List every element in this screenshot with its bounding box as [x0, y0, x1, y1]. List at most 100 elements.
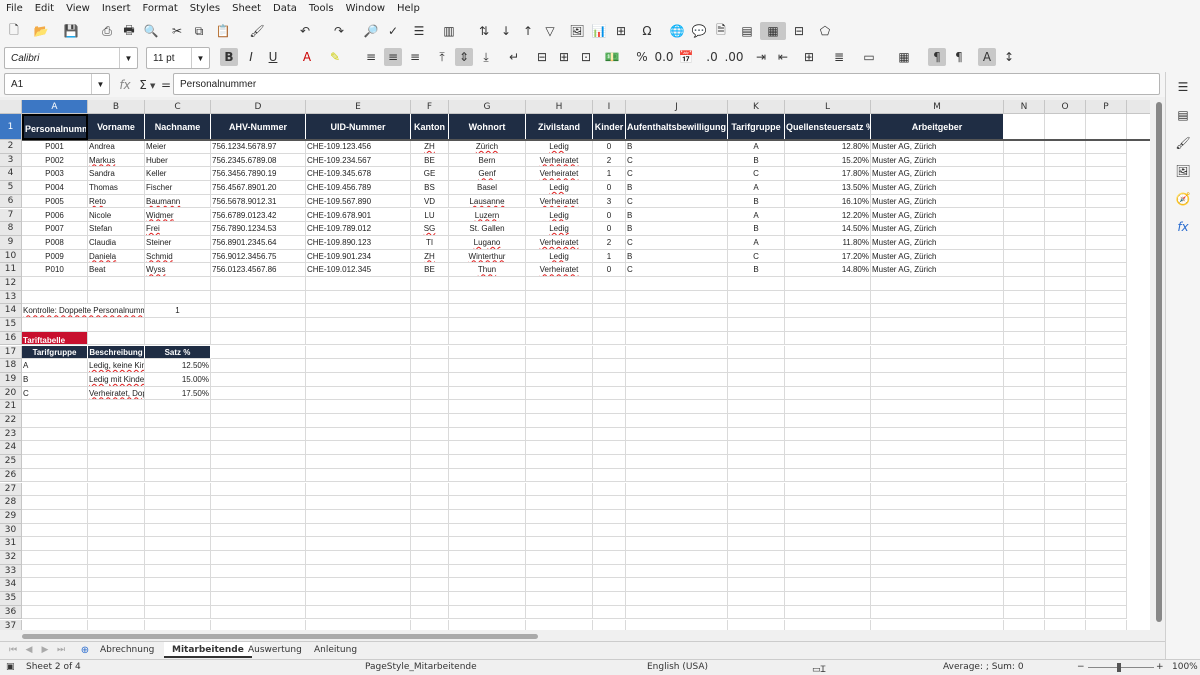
- grid-cell[interactable]: [1086, 386, 1127, 401]
- grid-cell[interactable]: [1045, 153, 1086, 168]
- data-cell[interactable]: 1: [593, 167, 626, 182]
- grid-cell[interactable]: [526, 304, 593, 319]
- grid-cell[interactable]: [593, 290, 626, 305]
- grid-cell[interactable]: [22, 509, 88, 524]
- grid-cell[interactable]: [22, 619, 88, 630]
- header-cell[interactable]: Arbeitgeber: [871, 114, 1004, 140]
- grid-cell[interactable]: [411, 564, 449, 579]
- grid-cell[interactable]: [306, 619, 411, 630]
- grid-cell[interactable]: [145, 441, 211, 456]
- grid-cell[interactable]: [1004, 386, 1045, 401]
- grid-cell[interactable]: [145, 578, 211, 593]
- grid-cell[interactable]: [1004, 318, 1045, 332]
- grid-cell[interactable]: [1004, 290, 1045, 305]
- align-bottom-icon[interactable]: ⤓: [477, 48, 495, 66]
- column-header-k[interactable]: K: [728, 100, 785, 114]
- wrap-text-icon[interactable]: ↵: [505, 48, 523, 66]
- grid-cell[interactable]: [1004, 263, 1045, 277]
- grid-cell[interactable]: [1045, 468, 1086, 483]
- align-left-icon[interactable]: ≡: [362, 48, 380, 66]
- grid-cell[interactable]: [1004, 496, 1045, 510]
- data-cell[interactable]: P009: [22, 249, 88, 264]
- row-header[interactable]: 17: [0, 345, 22, 360]
- row-header[interactable]: 21: [0, 400, 22, 414]
- tarif-title-cell[interactable]: Tariftabelle: [22, 331, 88, 346]
- menu-help[interactable]: Help: [391, 3, 426, 14]
- border-color-icon[interactable]: ▭: [860, 48, 878, 66]
- grid-cell[interactable]: [211, 482, 306, 497]
- name-box[interactable]: A1 ▼: [4, 73, 110, 95]
- data-cell[interactable]: Ledig: [526, 222, 593, 236]
- grid-cell[interactable]: [211, 386, 306, 401]
- insert-chart-icon[interactable]: 📊: [590, 22, 608, 40]
- data-cell[interactable]: Schmid: [145, 249, 211, 264]
- row-header[interactable]: 29: [0, 509, 22, 524]
- grid-cell[interactable]: [22, 277, 88, 291]
- data-cell[interactable]: 0: [593, 263, 626, 277]
- grid-cell[interactable]: [1045, 414, 1086, 428]
- grid-cell[interactable]: [1004, 208, 1045, 223]
- grid-cell[interactable]: [306, 277, 411, 291]
- grid-cell[interactable]: [1004, 537, 1045, 551]
- data-cell[interactable]: 756.0123.4567.86: [211, 263, 306, 277]
- grid-cell[interactable]: [526, 277, 593, 291]
- header-cell[interactable]: UID-Nummer: [306, 114, 411, 140]
- data-cell[interactable]: CHE-109.678.901: [306, 208, 411, 223]
- comment-icon[interactable]: 💬: [690, 22, 708, 40]
- grid-cell[interactable]: [526, 551, 593, 565]
- grid-cell[interactable]: [1045, 359, 1086, 373]
- grid-cell[interactable]: [449, 482, 526, 497]
- grid-cell[interactable]: [22, 441, 88, 456]
- grid-cell[interactable]: [526, 345, 593, 360]
- grid-cell[interactable]: [145, 619, 211, 630]
- grid-cell[interactable]: [526, 509, 593, 524]
- vertical-text-icon[interactable]: ↕: [1000, 48, 1018, 66]
- grid-cell[interactable]: [626, 290, 728, 305]
- data-cell[interactable]: 3: [593, 194, 626, 209]
- sort-descending-icon[interactable]: ↑: [519, 22, 537, 40]
- grid-cell[interactable]: [593, 523, 626, 538]
- data-cell[interactable]: B: [626, 181, 728, 195]
- grid-cell[interactable]: [411, 537, 449, 551]
- grid-cell[interactable]: [211, 414, 306, 428]
- grid-cell[interactable]: [306, 414, 411, 428]
- text-direction-ltr-icon[interactable]: ¶: [928, 48, 946, 66]
- row-header[interactable]: 35: [0, 592, 22, 606]
- grid-cell[interactable]: [22, 605, 88, 620]
- grid-cell[interactable]: [871, 345, 1004, 360]
- grid-cell[interactable]: [449, 277, 526, 291]
- increase-indent-icon[interactable]: ⇥: [752, 48, 770, 66]
- grid-cell[interactable]: [449, 331, 526, 346]
- row-header[interactable]: 37: [0, 619, 22, 630]
- grid-cell[interactable]: [785, 400, 871, 414]
- date-format-icon[interactable]: 📅: [677, 48, 695, 66]
- data-cell[interactable]: Verheiratet: [526, 263, 593, 277]
- grid-cell[interactable]: [785, 304, 871, 319]
- align-top-icon[interactable]: ⤒: [433, 48, 451, 66]
- grid-cell[interactable]: [145, 331, 211, 346]
- grid-cell[interactable]: [1086, 619, 1127, 630]
- column-header-h[interactable]: H: [526, 100, 593, 114]
- row-header[interactable]: 6: [0, 194, 22, 209]
- grid-cell[interactable]: [449, 441, 526, 456]
- data-cell[interactable]: Ledig: [526, 208, 593, 223]
- grid-cell[interactable]: [871, 359, 1004, 373]
- data-cell[interactable]: Zürich: [449, 140, 526, 154]
- grid-cell[interactable]: [411, 290, 449, 305]
- grid-cell[interactable]: [145, 277, 211, 291]
- grid-cell[interactable]: [306, 564, 411, 579]
- data-cell[interactable]: BE: [411, 263, 449, 277]
- grid-cell[interactable]: [526, 537, 593, 551]
- data-cell[interactable]: 0: [593, 140, 626, 154]
- sheet-tab-abrechnung[interactable]: Abrechnung: [92, 642, 162, 658]
- grid-cell[interactable]: [785, 537, 871, 551]
- grid-cell[interactable]: [211, 564, 306, 579]
- grid-cell[interactable]: [728, 304, 785, 319]
- grid-cell[interactable]: [306, 605, 411, 620]
- grid-cell[interactable]: [785, 468, 871, 483]
- data-cell[interactable]: Widmer: [145, 208, 211, 223]
- data-cell[interactable]: CHE-109.012.345: [306, 263, 411, 277]
- row-header[interactable]: 19: [0, 372, 22, 387]
- header-cell[interactable]: Zivilstand: [526, 114, 593, 140]
- column-header-l[interactable]: L: [785, 100, 871, 114]
